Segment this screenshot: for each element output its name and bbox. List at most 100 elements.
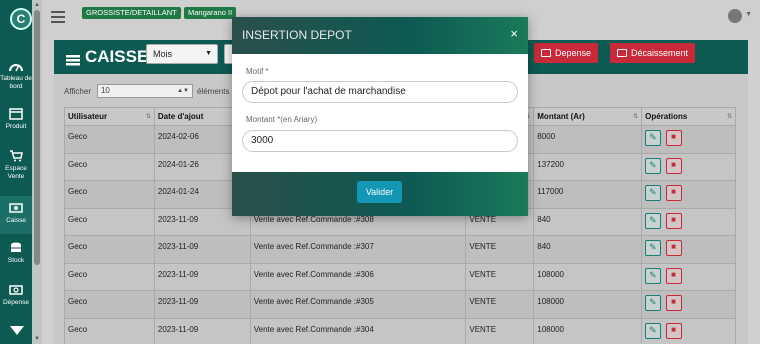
sidebar-item-dashboard[interactable]: Tableau de bord (0, 60, 32, 96)
cell-ops (641, 290, 736, 319)
cell-user: Geco (64, 235, 155, 264)
sidebar-item-label: Dépense (2, 299, 30, 306)
filter-icon[interactable] (10, 326, 24, 338)
period-select[interactable]: Mois ▼ (146, 44, 218, 64)
table-row: Geco 2023-11-09 Vente avec Ref.Commande … (64, 262, 736, 291)
cell-amount: 108000 (533, 262, 643, 291)
scroll-up-icon[interactable]: ▲ (34, 2, 40, 8)
delete-icon[interactable] (666, 130, 683, 146)
cell-ops (641, 317, 736, 344)
cell-ops (641, 125, 736, 154)
cell-desc: Vente avec Ref.Commande :#306 (249, 262, 467, 291)
close-icon[interactable]: × (510, 26, 518, 41)
sort-icon: ⇅ (145, 114, 151, 120)
delete-icon[interactable] (666, 185, 683, 201)
edit-icon[interactable] (645, 212, 662, 229)
sidebar-item-label: Tableau de bord (0, 75, 32, 90)
page-title: CAISSE (66, 47, 148, 67)
edit-icon[interactable] (645, 322, 662, 339)
sort-icon: ⇅ (726, 114, 732, 120)
cell-user: Geco (64, 152, 155, 181)
delete-icon[interactable] (666, 212, 683, 229)
edit-icon[interactable] (645, 157, 662, 174)
cell-user: Geco (64, 180, 155, 209)
modal-title: INSERTION DEPOT (242, 28, 352, 42)
edit-icon[interactable] (645, 240, 662, 256)
period-value: Mois (153, 49, 173, 59)
sidebar-item-label: Espace Vente (5, 165, 27, 180)
delete-icon[interactable] (666, 295, 683, 311)
sidebar-item-label: Caisse (6, 217, 26, 224)
sidebar-item-label: Produit (5, 123, 27, 130)
cell-date: 2023-11-09 (153, 290, 251, 319)
page-length-control: Afficher 10 ▲▼ éléments (64, 84, 229, 98)
database-icon (9, 242, 23, 254)
cell-type: VENTE (465, 262, 535, 291)
delete-icon[interactable] (666, 157, 683, 174)
scroll-down-icon[interactable]: ▼ (34, 336, 40, 342)
delete-icon[interactable] (666, 267, 683, 284)
decaissement-button[interactable]: Décaissement (610, 43, 696, 63)
breadcrumb-store[interactable]: Mangarano II (184, 7, 237, 19)
cell-ops (641, 235, 736, 264)
logo-icon: C (10, 8, 32, 30)
cell-desc: Vente avec Ref.Commande :#305 (249, 290, 467, 319)
sidebar-item-produit[interactable]: Produit (0, 108, 32, 138)
cell-desc: Vente avec Ref.Commande :#307 (249, 235, 467, 264)
cell-date: 2023-11-09 (153, 317, 251, 344)
cell-user: Geco (64, 125, 155, 154)
page-title-text: CAISSE (85, 47, 149, 66)
sidebar-scrollbar[interactable]: ▲ ▼ (32, 0, 42, 344)
col-label: Opérations (645, 112, 688, 121)
cell-amount: 108000 (533, 290, 643, 319)
motif-input[interactable]: Dépot pour l'achat de marchandise (242, 81, 518, 103)
sidebar-item-stock[interactable]: Stock (0, 242, 32, 272)
table-row: Geco 2023-11-09 Vente avec Ref.Commande … (64, 317, 736, 344)
montant-input[interactable]: 3000 (242, 130, 518, 152)
chevron-down-icon[interactable]: ▼ (745, 11, 752, 18)
sidebar-item-depense[interactable]: Dépense (0, 284, 32, 314)
cash-icon (9, 202, 23, 214)
delete-icon[interactable] (666, 240, 683, 256)
col-label: Montant (Ar) (537, 112, 585, 121)
dashboard-icon (9, 60, 23, 72)
cell-user: Geco (64, 290, 155, 319)
sidebar-item-espace-vente[interactable]: Espace Vente (0, 150, 32, 186)
edit-icon[interactable] (645, 130, 662, 146)
depense-button[interactable]: Depense (534, 43, 599, 63)
cell-ops (641, 207, 736, 236)
cell-ops (641, 262, 736, 291)
modal-header: INSERTION DEPOT × (232, 17, 528, 54)
cell-date: 2023-11-09 (153, 235, 251, 264)
col-operations[interactable]: Opérations ⇅ (641, 107, 736, 126)
box-icon (9, 108, 23, 120)
edit-icon[interactable] (645, 185, 662, 201)
col-montant[interactable]: Montant (Ar) ⇅ (533, 107, 643, 126)
cell-user: Geco (64, 207, 155, 236)
cell-date: 2023-11-09 (153, 262, 251, 291)
montant-label: Montant *(en Ariary) (246, 115, 318, 124)
user-avatar[interactable] (728, 9, 742, 23)
page-length-select[interactable]: 10 ▲▼ (96, 84, 193, 98)
edit-icon[interactable] (645, 295, 662, 311)
delete-icon[interactable] (666, 322, 683, 339)
cell-type: VENTE (465, 290, 535, 319)
scrollbar-thumb[interactable] (34, 10, 40, 265)
sidebar-item-label: Stock (7, 257, 25, 264)
col-label: Utilisateur (68, 112, 108, 121)
cell-ops (641, 180, 736, 209)
table-row: Geco 2023-11-09 Vente avec Ref.Commande … (64, 290, 736, 319)
menu-toggle-icon[interactable] (51, 11, 65, 23)
breadcrumb-separator: > (177, 6, 182, 15)
decaissement-label: Décaissement (631, 48, 689, 58)
sidebar: C Tableau de bord Produit Espace Vente C… (0, 0, 42, 344)
valider-button[interactable]: Valider (357, 181, 402, 203)
page-length-value: 10 (100, 86, 110, 95)
breadcrumb-grossiste[interactable]: GROSSISTE/DETAILLANT (82, 7, 181, 19)
edit-icon[interactable] (645, 267, 662, 284)
sidebar-item-caisse[interactable]: Caisse (0, 196, 32, 234)
cell-amount: 117000 (533, 180, 643, 209)
money-icon (541, 49, 551, 57)
col-utilisateur[interactable]: Utilisateur ⇅ (64, 107, 155, 126)
chevron-down-icon: ▼ (205, 50, 212, 57)
